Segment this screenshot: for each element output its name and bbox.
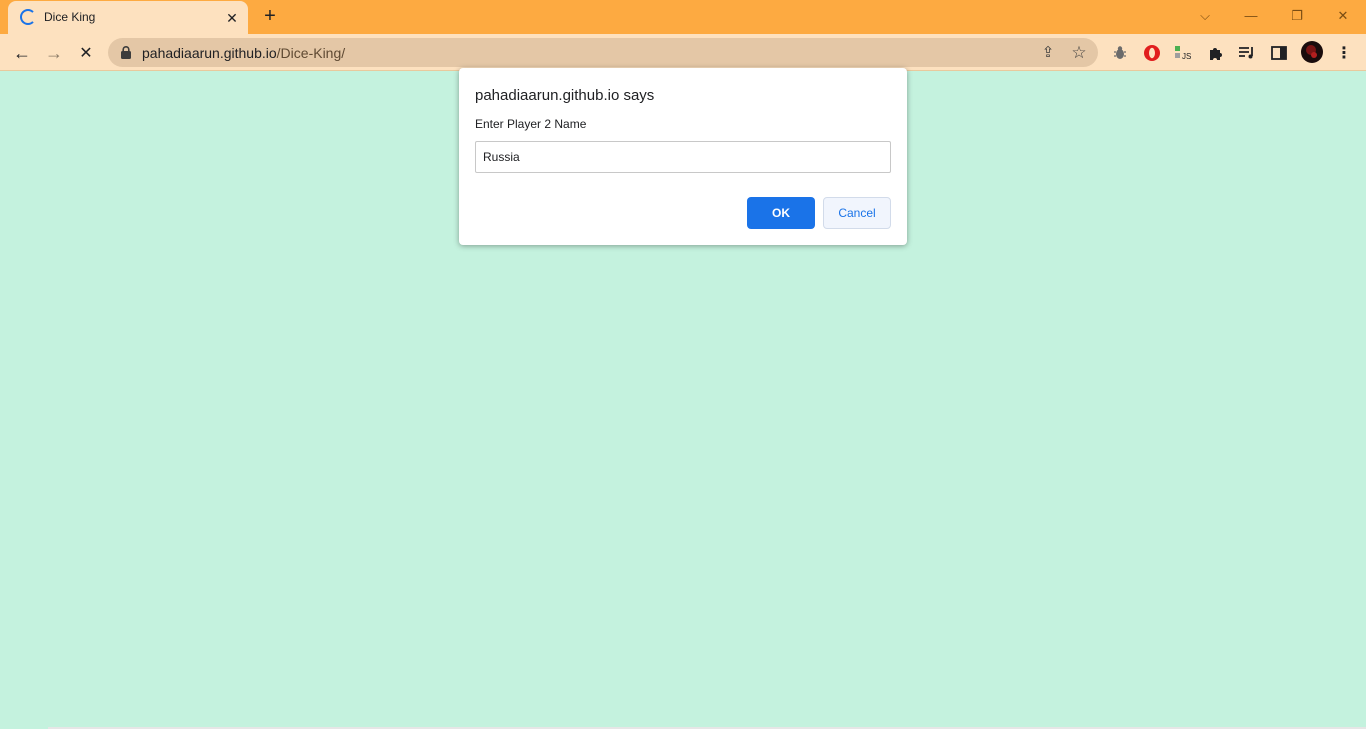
window-close-button[interactable]: ✕ — [1330, 4, 1356, 28]
dialog-title: pahadiaarun.github.io says — [475, 87, 655, 104]
url-text[interactable]: pahadiaarun.github.io/Dice-King/ — [142, 45, 345, 61]
prompt-dialog: pahadiaarun.github.io says Enter Player … — [459, 68, 907, 245]
address-bar[interactable]: pahadiaarun.github.io/Dice-King/ ⇪ ☆ — [108, 38, 1098, 67]
cancel-button[interactable]: Cancel — [823, 197, 891, 229]
tab-strip: Dice King ✕ + ⌵ — ❐ ✕ — [0, 0, 1366, 34]
tab-title: Dice King — [44, 10, 96, 24]
tab-dice-king[interactable]: Dice King ✕ — [8, 1, 248, 34]
forward-button[interactable]: → — [41, 40, 67, 66]
js-extension-label: JS — [1182, 52, 1191, 61]
dialog-message: Enter Player 2 Name — [475, 117, 587, 131]
lock-icon[interactable] — [120, 46, 132, 59]
opera-icon[interactable] — [1141, 42, 1163, 64]
bookmark-star-icon[interactable]: ☆ — [1069, 43, 1089, 63]
tab-close-icon[interactable]: ✕ — [222, 8, 242, 28]
new-tab-button[interactable]: + — [258, 5, 282, 29]
minimize-button[interactable]: — — [1238, 4, 1264, 28]
tab-search-icon[interactable]: ⌵ — [1192, 4, 1218, 28]
sidepanel-icon[interactable] — [1268, 42, 1290, 64]
profile-avatar[interactable] — [1300, 40, 1324, 64]
browser-toolbar: ← → ✕ pahadiaarun.github.io/Dice-King/ ⇪… — [0, 34, 1366, 71]
puzzle-icon[interactable] — [1205, 42, 1227, 64]
loading-spinner-icon — [20, 9, 36, 25]
stop-loading-button[interactable]: ✕ — [73, 40, 99, 66]
url-host: pahadiaarun.github.io — [142, 45, 277, 61]
ok-button[interactable]: OK — [747, 197, 815, 229]
restore-button[interactable]: ❐ — [1284, 4, 1310, 28]
player-name-input[interactable] — [475, 141, 891, 173]
js-icon[interactable]: JS — [1173, 42, 1195, 64]
browser-menu-icon[interactable]: ⋮ — [1333, 42, 1355, 64]
share-icon[interactable]: ⇪ — [1038, 43, 1058, 63]
media-icon[interactable] — [1236, 42, 1258, 64]
url-path: /Dice-King/ — [276, 45, 346, 61]
bug-icon[interactable] — [1109, 42, 1131, 64]
back-button[interactable]: ← — [9, 40, 35, 66]
